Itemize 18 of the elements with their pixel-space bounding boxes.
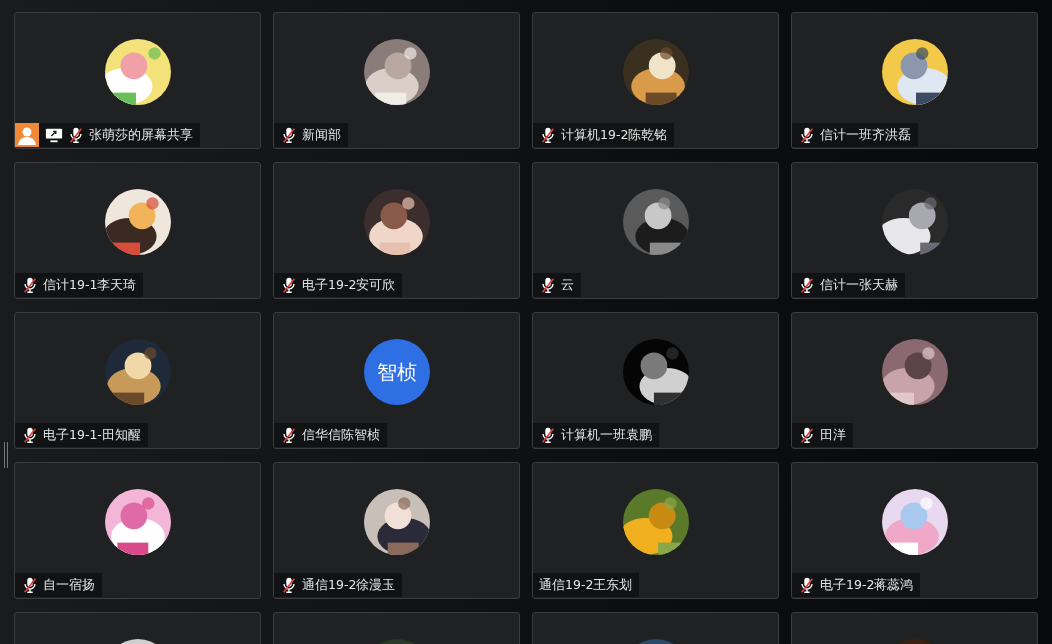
participant-name: 电子19-2安可欣	[302, 276, 396, 294]
participant-name: 电子19-2蒋蕊鸿	[820, 576, 914, 594]
participant-name: 自一宿扬	[43, 576, 95, 594]
participant-name: 计算机19-2陈乾铭	[561, 126, 668, 144]
text-avatar: 智桢	[363, 339, 430, 405]
participant-name: 电子19-1-田知醒	[43, 426, 141, 444]
participant-name: 信华信陈智桢	[302, 426, 380, 444]
participant-name: 信计一张天赫	[820, 276, 898, 294]
participant-name: 通信19-2徐漫玉	[302, 576, 396, 594]
participant-name: 云	[561, 276, 574, 294]
participant-name: 计算机一班袁鹏	[561, 426, 652, 444]
participant-name: 通信19-2王东划	[539, 576, 633, 594]
resize-handle[interactable]	[4, 442, 8, 468]
participant-name: 新闻部	[302, 126, 341, 144]
participant-name: 信计一班齐洪磊	[820, 126, 911, 144]
participant-name: 信计19-1李天琦	[43, 276, 137, 294]
participant-name: 张萌莎的屏幕共享	[89, 126, 193, 144]
participant-name: 田洋	[820, 426, 846, 444]
